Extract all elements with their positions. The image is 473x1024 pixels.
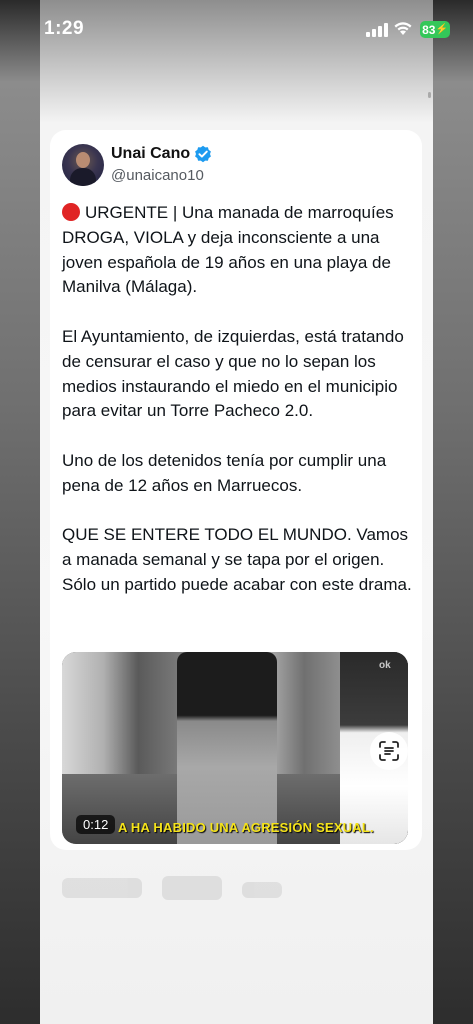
backdrop-left [0,0,40,1024]
backdrop-right [433,0,473,1024]
tweet-paragraph-1: URGENTE | Una manada de marroquíes DROGA… [62,203,394,297]
tweet-paragraph-3: Uno de los detenidos tenía por cumplir u… [62,450,387,495]
battery-charging-icon: 83 ⚡ [420,21,450,38]
video-figure-left [177,652,277,844]
video-watermark: ok [379,660,391,671]
battery-level: 83 [422,22,436,37]
video-player[interactable] [62,652,408,844]
author-handle[interactable]: @unaicano10 [111,167,204,184]
visual-search-icon [379,741,399,761]
tweet-body: URGENTE | Una manada de marroquíes DROGA… [62,201,417,623]
status-bar: 1:29 83 ⚡ [0,0,473,60]
visual-search-button[interactable] [370,732,408,770]
status-time: 1:29 [44,18,85,39]
author-name[interactable]: Unai Cano [111,145,190,163]
cellular-signal-icon [366,23,388,37]
video-subtitle: A HA HABIDO UNA AGRESIÓN SEXUAL. [118,820,374,835]
avatar[interactable] [62,144,104,186]
red-circle-icon [62,203,80,221]
tweet-paragraph: URGENTE | Una manada de marroquíes DROGA… [62,201,417,300]
author-name-row[interactable]: Unai Cano [111,145,212,163]
tweet-paragraph-2: El Ayuntamiento, de izquierdas, está tra… [62,326,404,421]
faded-content [62,872,392,912]
video-timestamp: 0:12 [76,815,116,834]
tweet-paragraph-4: QUE SE ENTERE TODO EL MUNDO. Vamos a man… [62,525,412,594]
scroll-indicator [428,92,431,98]
wifi-icon [394,22,412,35]
verified-badge-icon [195,145,212,163]
